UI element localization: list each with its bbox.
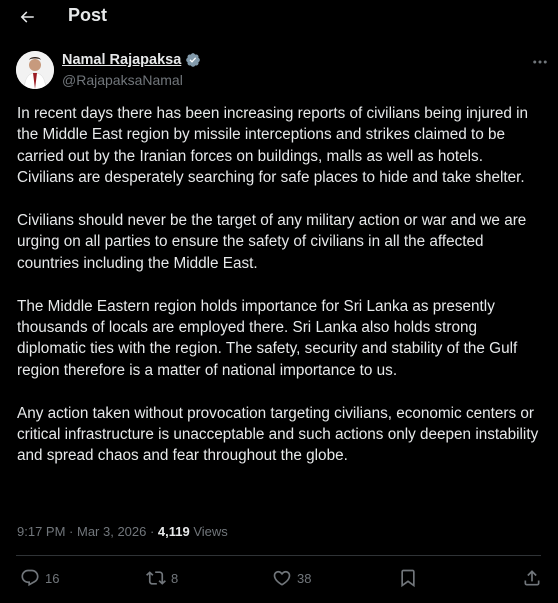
author-display-name[interactable]: Namal Rajapaksa — [62, 52, 181, 68]
reply-count: 16 — [45, 570, 60, 586]
reply-button[interactable]: 16 — [20, 568, 59, 588]
post-time[interactable]: 9:17 PM — [17, 524, 65, 539]
post-paragraph: In recent days there has been increasing… — [17, 105, 529, 187]
post-paragraph: Any action taken without provocation tar… — [17, 404, 539, 465]
repost-count: 8 — [171, 570, 179, 586]
like-icon — [273, 570, 291, 586]
divider — [16, 555, 541, 556]
bookmark-icon — [401, 569, 415, 588]
post-paragraph: Civilians should never be the target of … — [17, 212, 527, 272]
more-options-button[interactable] — [529, 54, 551, 70]
post-date[interactable]: Mar 3, 2026 — [77, 524, 146, 539]
author-name-row: Namal Rajapaksa — [62, 52, 201, 68]
repost-icon — [146, 571, 166, 585]
bookmark-button[interactable] — [398, 568, 418, 588]
back-button[interactable] — [14, 4, 40, 30]
page-title: Post — [68, 5, 108, 25]
share-button[interactable] — [522, 568, 542, 588]
back-arrow-icon — [20, 11, 34, 23]
meta-separator: · — [65, 524, 77, 539]
reply-icon — [21, 569, 39, 587]
top-bar: Post — [0, 0, 558, 34]
post-paragraph: The Middle Eastern region holds importan… — [17, 297, 518, 379]
like-button[interactable]: 38 — [272, 568, 311, 588]
author-handle[interactable]: @RajapaksaNamal — [62, 72, 183, 88]
meta-separator: · — [146, 524, 158, 539]
views-count: 4,119 — [157, 524, 190, 539]
action-bar: 16 8 38 — [0, 563, 558, 595]
more-icon — [533, 60, 547, 64]
like-count: 38 — [297, 570, 312, 586]
avatar[interactable] — [16, 51, 54, 89]
post-text: In recent days there has been increasing… — [17, 103, 542, 488]
share-icon — [524, 570, 540, 586]
avatar-image — [16, 51, 54, 89]
post-metadata: 9:17 PM · Mar 3, 2026 · 4,119 Views — [17, 524, 228, 539]
repost-button[interactable]: 8 — [146, 568, 178, 588]
views-label: Views — [189, 524, 228, 539]
verified-badge-icon — [185, 52, 201, 68]
